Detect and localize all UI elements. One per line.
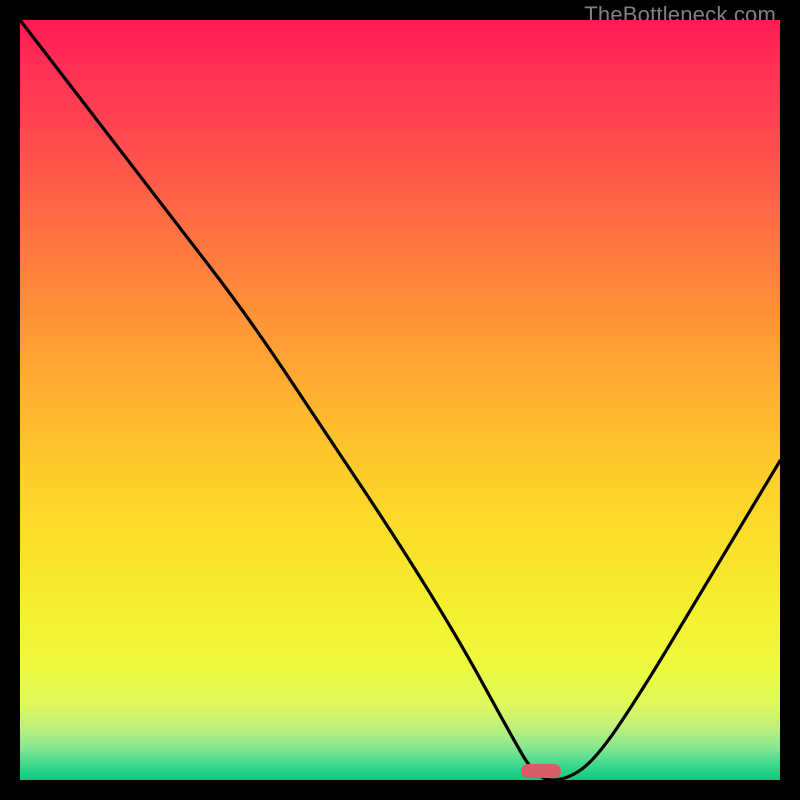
bottleneck-curve-svg	[20, 20, 780, 780]
chart-frame	[20, 20, 780, 780]
bottleneck-curve-path	[20, 20, 780, 780]
optimal-marker	[521, 764, 561, 778]
